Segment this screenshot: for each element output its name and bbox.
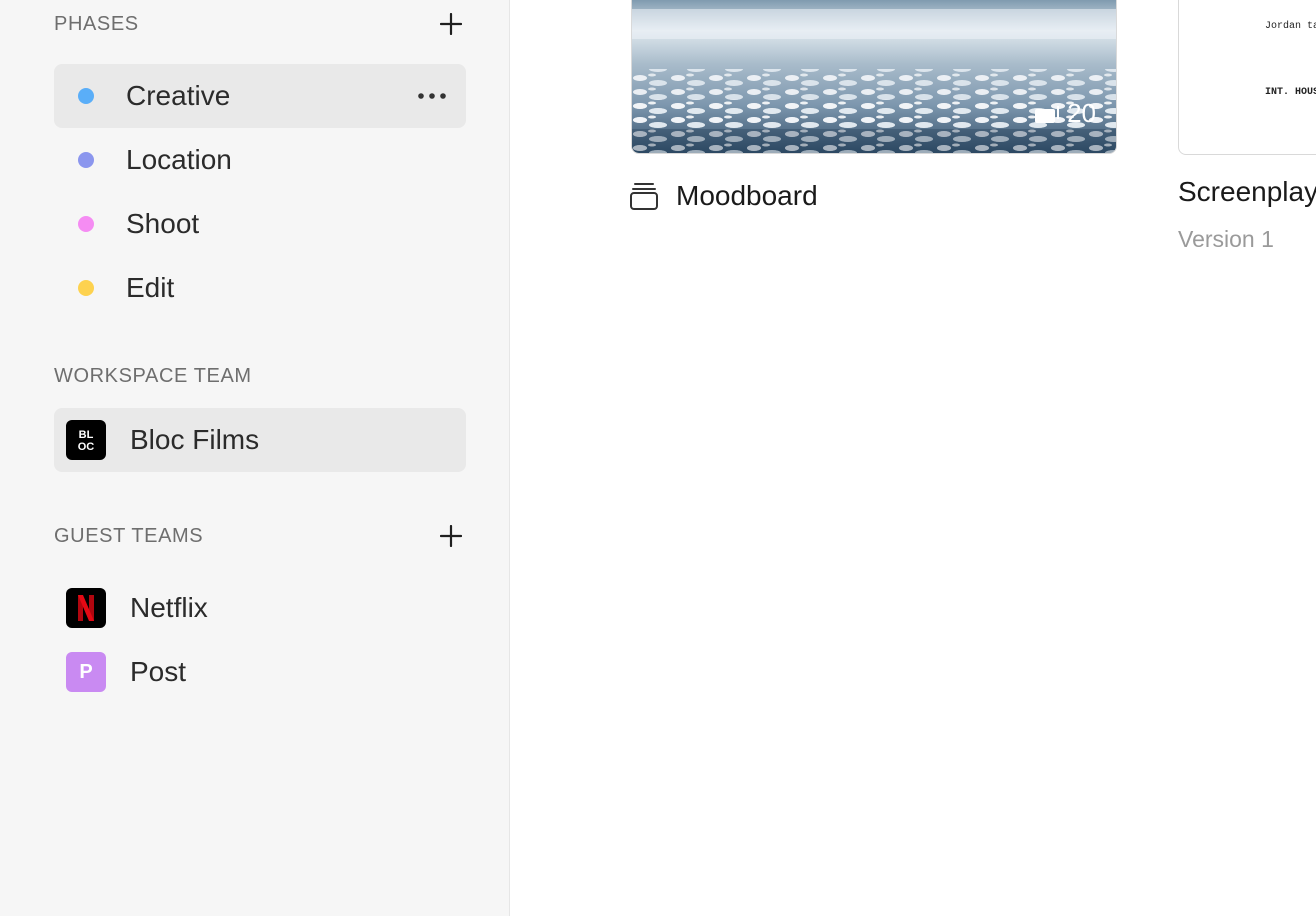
team-label: Bloc Films	[130, 424, 260, 455]
moodboard-title-row[interactable]: Moodboard	[628, 176, 818, 216]
screenplay-title[interactable]: Screenplay	[1178, 176, 1316, 208]
post-logo: P	[66, 652, 106, 692]
team-label: Post	[130, 656, 187, 687]
team-item-netflix[interactable]: Netflix	[54, 576, 466, 640]
phase-color-dot	[78, 152, 94, 168]
phase-label: Location	[126, 144, 232, 175]
add-phase-button[interactable]	[436, 9, 466, 39]
images-count-icon	[1035, 105, 1060, 123]
phase-item-shoot[interactable]: Shoot	[54, 192, 466, 256]
item-count-badge: 20	[1033, 98, 1096, 129]
phase-color-dot	[78, 216, 94, 232]
phases-title: PHASES	[54, 12, 139, 35]
ellipsis-icon	[418, 93, 446, 99]
svg-text:OC: OC	[78, 441, 95, 453]
doc-text-line: Jordan tal	[1265, 21, 1316, 32]
plus-icon	[440, 525, 462, 547]
bloc-logo-icon: BL OC	[78, 429, 95, 453]
phase-label: Edit	[126, 272, 175, 303]
netflix-logo	[66, 588, 106, 628]
landscape-image	[632, 0, 1116, 153]
item-count: 20	[1067, 98, 1096, 128]
moodboard-thumbnail[interactable]: 20	[631, 0, 1117, 154]
phase-item-edit[interactable]: Edit	[54, 256, 466, 320]
phase-color-dot	[78, 280, 94, 296]
screenplay-thumbnail[interactable]: Jordan tal INT. HOUS	[1178, 0, 1316, 155]
svg-text:BL: BL	[79, 429, 94, 441]
moodboard-title: Moodboard	[676, 180, 818, 211]
team-item-post[interactable]: P Post	[54, 640, 466, 704]
team-item-bloc-films[interactable]: BL OC Bloc Films	[54, 408, 466, 472]
phase-item-creative[interactable]: Creative	[54, 64, 466, 128]
workspace-team-header: WORKSPACE TEAM	[54, 361, 466, 391]
stack-icon	[630, 183, 658, 210]
team-label: Netflix	[130, 592, 208, 623]
plus-icon	[440, 13, 462, 35]
phase-label: Shoot	[126, 208, 200, 239]
guest-teams-header: GUEST TEAMS	[54, 521, 466, 551]
bloc-films-logo: BL OC	[66, 420, 106, 460]
add-guest-team-button[interactable]	[436, 521, 466, 551]
sidebar: PHASES Creative Location Shoot Edit WORK…	[0, 0, 510, 916]
netflix-icon	[78, 595, 94, 621]
doc-text-line: INT. HOUS	[1265, 87, 1316, 98]
workspace-team-title: WORKSPACE TEAM	[54, 364, 252, 387]
phase-label: Creative	[126, 80, 231, 111]
guest-teams-title: GUEST TEAMS	[54, 524, 204, 547]
phase-color-dot	[78, 88, 94, 104]
phases-header: PHASES	[54, 9, 466, 39]
screenplay-version: Version 1	[1178, 226, 1274, 252]
phase-item-location[interactable]: Location	[54, 128, 466, 192]
more-options-button[interactable]	[410, 74, 454, 118]
